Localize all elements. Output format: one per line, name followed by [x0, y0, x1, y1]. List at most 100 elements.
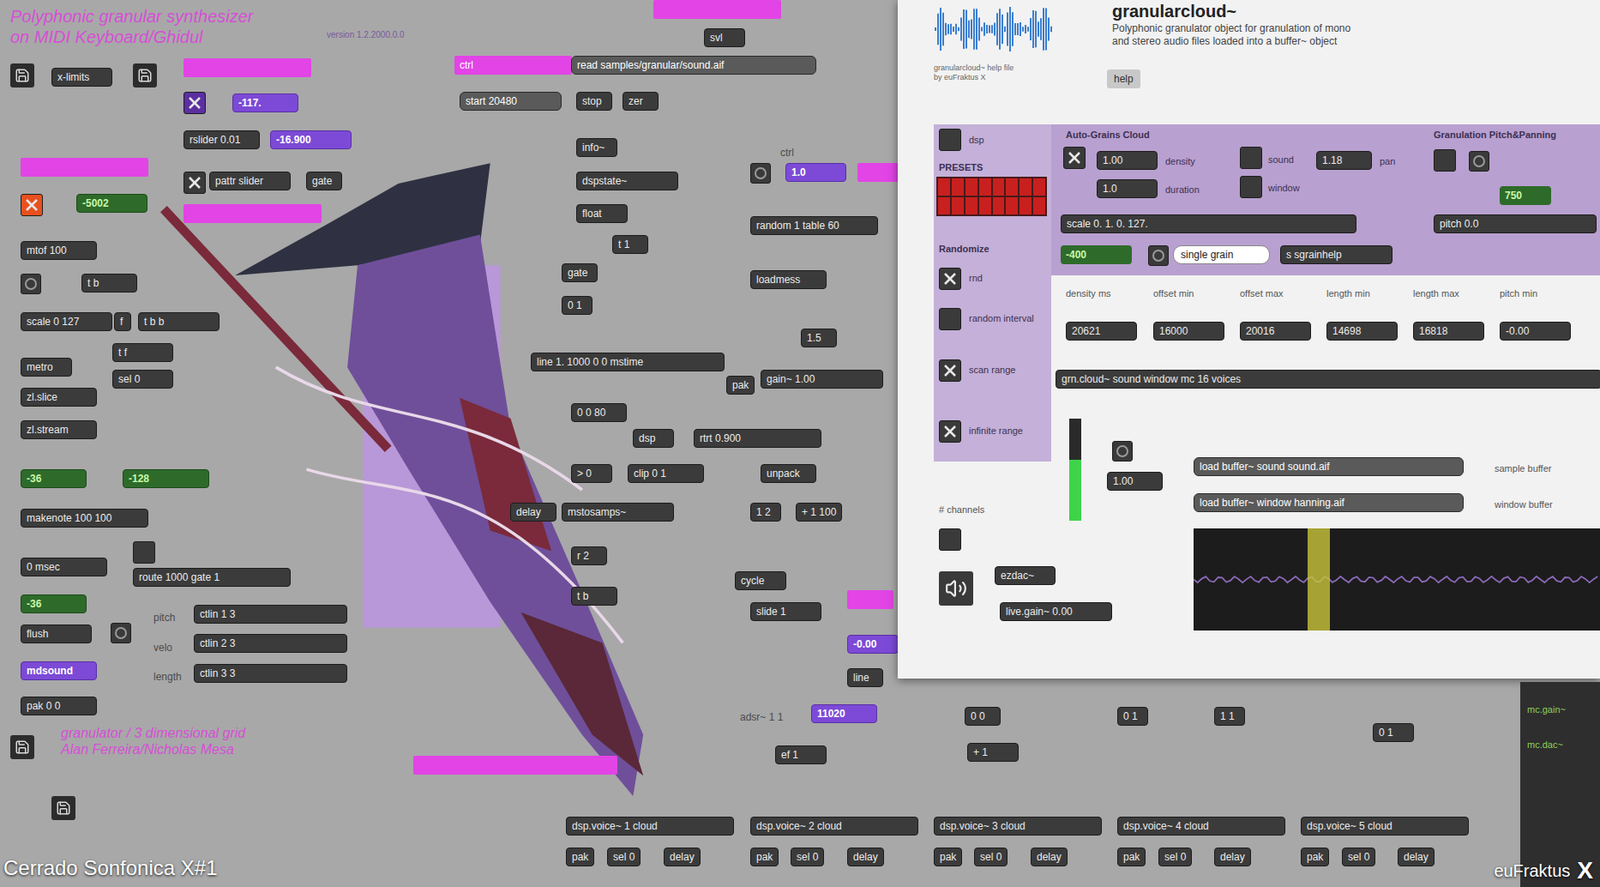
voice-sub-object[interactable]: pak [1300, 847, 1330, 867]
bang-button[interactable] [1112, 440, 1133, 462]
patch-object[interactable]: t 1 [612, 234, 649, 254]
number-box[interactable]: -36 [20, 469, 87, 488]
patch-object[interactable]: t b [571, 586, 618, 606]
patch-object[interactable]: mstosamps~ [561, 502, 674, 522]
toggle[interactable] [1063, 146, 1086, 169]
patch-object[interactable]: line [847, 667, 884, 687]
preset-slot[interactable] [1033, 178, 1046, 196]
patch-object[interactable]: delay [510, 502, 557, 522]
patch-object[interactable]: > 0 [571, 463, 613, 483]
voice-object[interactable]: dsp.voice~ 2 cloud [750, 816, 919, 836]
preset-slot[interactable] [979, 197, 992, 215]
patch-object[interactable]: dsp [632, 428, 674, 448]
preset-slot[interactable] [1019, 178, 1032, 196]
voice-sub-object[interactable]: pak [750, 847, 779, 867]
voice-object[interactable]: dsp.voice~ 5 cloud [1300, 816, 1469, 836]
bang-button[interactable] [750, 162, 771, 184]
patch-object[interactable]: 0 1 [561, 295, 593, 315]
voice-object[interactable]: dsp.voice~ 3 cloud [933, 816, 1102, 836]
voice-sub-object[interactable]: sel 0 [974, 847, 1008, 867]
toggle[interactable] [938, 528, 962, 551]
toggle[interactable] [132, 541, 156, 564]
presets-grid[interactable] [936, 176, 1047, 217]
number-box[interactable]: -117. [232, 93, 299, 113]
patch-object[interactable]: clip 0 1 [627, 463, 704, 483]
preset-slot[interactable] [951, 197, 964, 215]
number-box[interactable]: -16.900 [270, 130, 352, 150]
number-box[interactable]: 1.0 [785, 162, 847, 182]
patch-object[interactable]: + 1 100 [795, 502, 843, 522]
patch-object[interactable]: svl [703, 28, 746, 48]
toggle[interactable] [1433, 149, 1456, 172]
bang-button[interactable] [1468, 150, 1490, 172]
patch-object[interactable]: zer [622, 91, 659, 111]
bang-button[interactable] [20, 273, 42, 295]
patch-object[interactable]: float [576, 204, 628, 223]
save-icon[interactable] [132, 63, 157, 88]
voice-sub-object[interactable]: pak [1117, 847, 1146, 867]
preset-slot[interactable] [938, 197, 951, 215]
preset-slot[interactable] [1033, 197, 1046, 215]
voice-object[interactable]: dsp.voice~ 1 cloud [565, 816, 734, 836]
patch-object[interactable]: x-limits [51, 67, 113, 87]
buffer-waveform[interactable] [1193, 528, 1600, 631]
patch-object[interactable]: random 1 table 60 [750, 216, 879, 235]
save-icon[interactable] [10, 734, 35, 759]
number-box[interactable]: -0.00 [847, 634, 899, 654]
preset-slot[interactable] [1005, 197, 1018, 215]
patch-object[interactable]: rtrt 0.900 [693, 428, 822, 448]
patch-object[interactable]: t f [112, 342, 174, 362]
voice-sub-object[interactable]: delay [663, 847, 701, 867]
patch-object[interactable]: pattr slider [209, 171, 291, 191]
patch-object[interactable]: 0 1 [1372, 722, 1414, 742]
patch-object[interactable]: gate [306, 171, 343, 191]
patch-object[interactable]: 0 0 [964, 706, 1001, 726]
message-box[interactable]: start 20480 [459, 91, 562, 111]
toggle[interactable] [938, 267, 962, 290]
patch-object[interactable]: info~ [576, 138, 618, 157]
patch-object[interactable]: mtof 100 [20, 240, 97, 260]
preset-slot[interactable] [1019, 197, 1032, 215]
toggle[interactable] [938, 420, 962, 443]
patch-object[interactable]: 1 2 [750, 502, 782, 522]
preset-slot[interactable] [965, 178, 978, 196]
save-icon[interactable] [51, 795, 76, 820]
bang-button[interactable] [110, 622, 132, 644]
number-box[interactable]: -400 [1060, 245, 1132, 265]
patch-object[interactable]: 0 0 80 [571, 403, 627, 422]
voice-sub-object[interactable]: pak [565, 847, 595, 867]
patch-object[interactable]: ef 1 [775, 745, 827, 764]
number-box[interactable]: -5002 [76, 193, 148, 213]
patch-object[interactable]: ctlin 3 3 [193, 663, 348, 683]
speaker-button[interactable] [938, 571, 974, 606]
patch-object[interactable]: flush [20, 624, 92, 644]
toggle[interactable] [938, 359, 962, 382]
number-box[interactable]: -128 [122, 469, 210, 488]
patch-object[interactable]: line 1. 1000 0 0 mstime [530, 352, 725, 372]
patch-object[interactable]: rslider 0.01 [183, 130, 260, 150]
number-box[interactable]: 11020 [811, 703, 878, 723]
patch-object[interactable]: 0 msec [20, 557, 108, 577]
patch-object[interactable]: gate [561, 263, 598, 283]
voice-sub-object[interactable]: pak [933, 847, 963, 867]
number-box[interactable]: -36 [20, 594, 87, 614]
message-box[interactable]: single grain [1172, 245, 1270, 265]
voice-sub-object[interactable]: delay [1030, 847, 1068, 867]
patch-object[interactable]: zl.slice [20, 387, 97, 407]
patch-object[interactable]: t b [81, 273, 138, 293]
patch-object[interactable]: ctlin 2 3 [193, 633, 348, 653]
save-icon[interactable] [10, 63, 35, 88]
patch-object[interactable]: gain~ 1.00 [760, 369, 884, 389]
preset-slot[interactable] [992, 197, 1005, 215]
message-box[interactable]: read samples/granular/sound.aif [571, 55, 817, 75]
voice-sub-object[interactable]: sel 0 [607, 847, 641, 867]
patch-object[interactable]: makenote 100 100 [20, 508, 149, 528]
toggle[interactable] [183, 91, 206, 115]
number-box[interactable]: mdsound [20, 661, 97, 680]
voice-sub-object[interactable]: sel 0 [790, 847, 825, 867]
patch-object[interactable]: 1.5 [800, 328, 837, 348]
patch-object[interactable]: cycle [734, 571, 787, 590]
help-button[interactable]: help [1106, 69, 1141, 89]
toggle[interactable] [1239, 175, 1263, 199]
bang-button[interactable] [1148, 245, 1169, 266]
